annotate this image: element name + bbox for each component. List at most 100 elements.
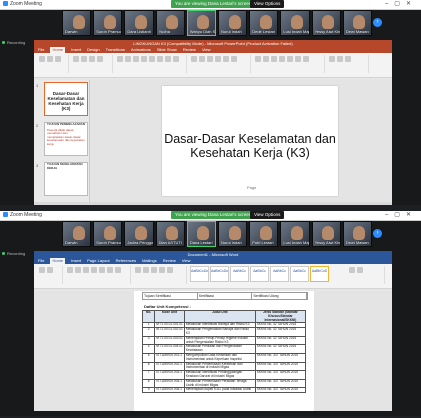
table-cell[interactable]: N.71DKK00.003.1 — [154, 370, 185, 380]
participant-tile[interactable]: Nurul Indah — [218, 10, 248, 36]
style-preset[interactable]: AaBbCc — [250, 266, 269, 282]
clipboard-group[interactable] — [38, 266, 63, 284]
style-preset[interactable]: AaBbCc — [270, 266, 289, 282]
slide-thumbnail-text: Peserta diklat dapat memahami dan menjel… — [47, 127, 85, 146]
participant-name: Dara Listianti — [127, 29, 151, 34]
participant-name: Dian ASTUTI — [158, 240, 182, 245]
participant-video — [134, 15, 147, 29]
current-slide[interactable]: Dasar-Dasar Keselamatan dan Kesehatan Ke… — [162, 86, 338, 196]
participant-video — [166, 226, 179, 240]
slide-thumbnail-title: Dasar-Dasar Keselamatan dan Kesehatan Ke… — [47, 91, 85, 111]
document-page[interactable]: Tujuan Sertifikasi Sertifikasi Sertifikasi… — [134, 291, 314, 411]
participant-name: Putri Lestari — [252, 240, 274, 245]
table-header-cell: Judul Unit — [183, 309, 256, 324]
participant-video — [103, 226, 116, 240]
slide-thumbnail-3[interactable]: TUJUAN KESELAMATAN KERJA — [44, 162, 88, 196]
slide-editing-canvas: Dasar-Dasar Keselamatan dan Kesehatan Ke… — [90, 80, 392, 203]
participant-tile[interactable]: Suroh Pramudita — [93, 221, 123, 247]
style-preset[interactable]: AaBbCcD — [310, 266, 329, 282]
share-status-badge: You are viewing Dana Lestari's screen — [171, 211, 256, 219]
participant-name: Lusi Indah Maja — [283, 29, 310, 34]
clipboard-group[interactable] — [38, 55, 69, 73]
participant-tile[interactable]: Dara Listianti — [124, 10, 154, 36]
ribbon-toolbar — [34, 53, 392, 78]
table-cell[interactable]: SKKNI No. 42 TAHUN 2015 — [254, 327, 307, 337]
table-cell[interactable]: 9 — [141, 387, 156, 394]
table-cell[interactable]: N.71DKK00.005.1 — [154, 387, 185, 394]
table-cell[interactable]: Melakukan Identifikasi Penanggulangan Ke… — [183, 370, 256, 380]
table-cell[interactable]: Menerapkan Aspek K3LL pada Instalasi Lis… — [183, 387, 256, 394]
recording-dot-icon — [2, 41, 5, 44]
slide-thumbnail-1[interactable]: Dasar-Dasar Keselamatan dan Kesehatan Ke… — [44, 82, 88, 116]
slides-group[interactable] — [72, 55, 113, 73]
view-options-button[interactable]: View Options — [250, 211, 285, 219]
participant-strip: Darwin Suroh Pramudita Dara Listianti Yudha… — [62, 10, 373, 36]
table-cell[interactable]: Mengumpulkan Data Kelistrikan dan Instru… — [183, 352, 256, 363]
participant-tile[interactable]: Wahyu Diah SUNDAR — [186, 10, 217, 36]
participant-tile[interactable]: Lusi Indah Maja — [280, 221, 310, 247]
table-cell[interactable]: SKKNI No. 337 TAHUN 2015 — [254, 387, 307, 394]
table-cell[interactable]: 2 — [141, 327, 156, 337]
next-participants-button[interactable]: › — [373, 229, 382, 238]
table-cell[interactable]: 7 — [141, 370, 156, 380]
participant-tile[interactable]: Suroh Pramudita — [93, 10, 123, 36]
table-cell[interactable]: N.71DKK00.001.1 — [154, 352, 185, 363]
participant-tile[interactable]: Dana Lestari — [186, 221, 217, 247]
zoom-window-powerpoint-share: Zoom Meeting You are viewing Dana Lestar… — [0, 0, 421, 205]
participant-tile[interactable]: Dian ASTUTI — [155, 221, 185, 247]
participant-name: Nurul Indah — [221, 240, 242, 245]
style-preset[interactable]: AaBbCc — [290, 266, 309, 282]
drawing-group[interactable] — [254, 55, 325, 73]
font-group[interactable] — [66, 266, 131, 284]
table-cell[interactable]: SKKNI No. 337 TAHUN 2015 — [254, 352, 307, 363]
participant-tile[interactable]: Yessy Alwi Khusna — [311, 10, 341, 36]
font-group[interactable] — [116, 55, 187, 73]
participant-tile[interactable]: Jadira Pringgondani — [124, 221, 154, 247]
participant-tile[interactable]: Nurul Indah — [218, 221, 248, 247]
recording-dot-icon — [2, 252, 5, 255]
participant-tile[interactable]: Lusi Indah Maja — [280, 10, 310, 36]
zoom-title-bar: Zoom Meeting You are viewing Dana Lestar… — [0, 211, 421, 221]
zoom-logo-icon — [3, 212, 8, 218]
participant-video — [166, 15, 179, 29]
table-cell[interactable]: Melakukan Pengendalian Bahaya dan Risiko… — [183, 327, 256, 337]
paragraph-group[interactable] — [190, 55, 251, 73]
zoom-window-word-share: Zoom Meeting You are viewing Dana Lestar… — [0, 211, 421, 416]
style-preset[interactable]: AaBbCcDc — [210, 266, 229, 282]
slide-thumbnail-2[interactable]: TUJUAN PEMBELAJARAN Peserta diklat dapat… — [44, 122, 88, 156]
participant-name: Yudha — [158, 29, 170, 34]
slide-number: 2 — [36, 123, 39, 128]
style-preset[interactable]: AaBbCcDc — [190, 266, 209, 282]
style-preset[interactable]: AaBbCc — [230, 266, 249, 282]
table-cell[interactable]: 5 — [141, 352, 156, 363]
participant-tile[interactable]: Dewi Mawan — [342, 221, 373, 247]
current-slide-title[interactable]: Dasar-Dasar Keselamatan dan Kesehatan Ke… — [162, 132, 338, 160]
next-participants-button[interactable]: › — [373, 18, 382, 27]
participant-tile[interactable]: Darwin — [62, 10, 92, 36]
participant-tile[interactable]: Yessy Alwi Khusna — [311, 221, 341, 247]
zoom-title-text: Zoom Meeting — [10, 1, 42, 7]
zoom-window-title: Zoom Meeting — [3, 1, 42, 7]
zoom-logo-icon — [3, 1, 8, 7]
view-options-button[interactable]: View Options — [250, 0, 285, 8]
participant-strip: Darwin Suroh Pramudita Jadira Pringgondani… — [62, 221, 373, 247]
participant-tile[interactable]: Yudha — [155, 10, 185, 36]
window-controls[interactable]: –▢✕ — [385, 0, 417, 7]
editing-group[interactable] — [328, 55, 369, 73]
participant-video — [134, 226, 147, 240]
window-controls[interactable]: –▢✕ — [385, 211, 417, 218]
participant-tile[interactable]: Putri Lestari — [249, 221, 279, 247]
table-cell[interactable]: M.71.00.01.002.01 — [154, 327, 185, 337]
participant-video — [259, 15, 272, 29]
editing-group[interactable] — [348, 266, 385, 284]
participant-name: Darwin — [65, 29, 78, 34]
participant-tile[interactable]: Dewi Mawan — [342, 10, 373, 36]
styles-gallery[interactable]: AaBbCcDc AaBbCcDc AaBbCc AaBbCc AaBbCc AaBbCc… — [190, 266, 340, 284]
participant-tile[interactable]: Dede Lestari — [249, 10, 279, 36]
table-row: 7 N.71DKK00.003.1 Melakukan Identifikasi P… — [141, 370, 307, 380]
participant-tile[interactable]: Darwin — [62, 221, 92, 247]
table-cell[interactable]: SKKNI No. 337 TAHUN 2015 — [254, 370, 307, 380]
participant-video — [72, 15, 85, 29]
zoom-window-title: Zoom Meeting — [3, 212, 42, 218]
paragraph-group[interactable] — [134, 266, 187, 284]
